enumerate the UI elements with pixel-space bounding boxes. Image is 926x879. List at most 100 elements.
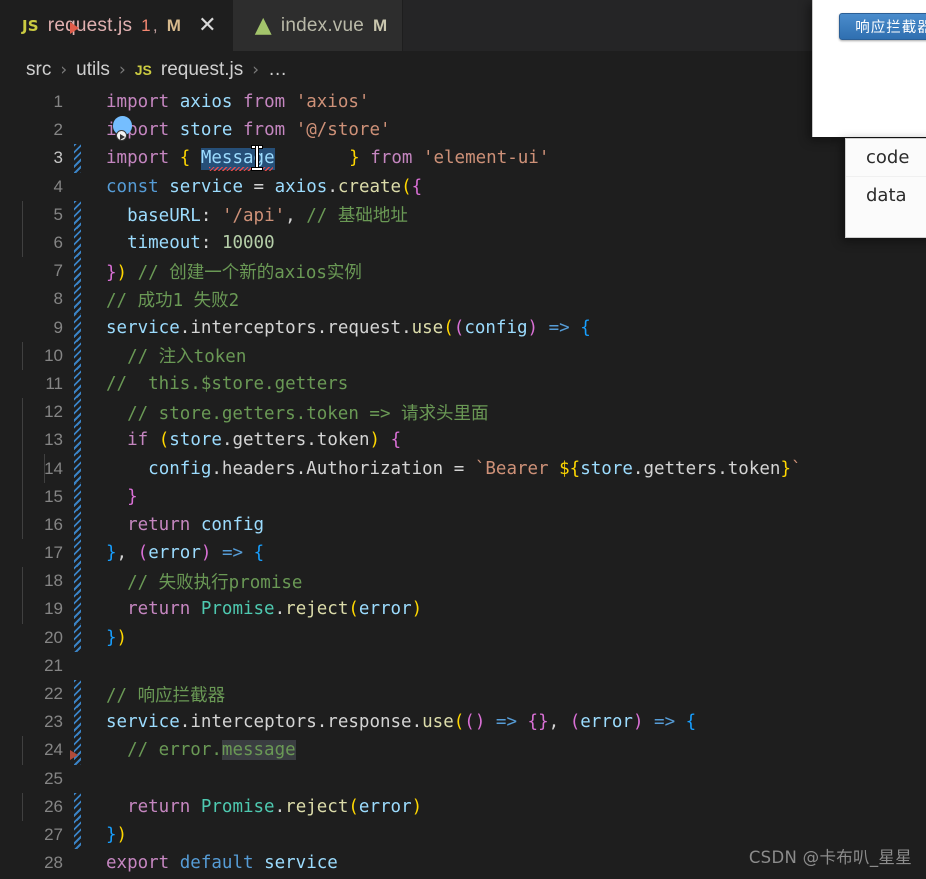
- code-line[interactable]: 14 config.headers.Authorization = `Beare…: [0, 454, 926, 483]
- code-line[interactable]: 5 baseURL: '/api', // 基础地址: [0, 200, 926, 229]
- modified-gutter-indicator: [74, 426, 81, 455]
- code-line-content: // this.$store.getters: [106, 373, 349, 394]
- code-editor[interactable]: 1 import axios from 'axios' 2 import sto…: [0, 88, 926, 879]
- code-line[interactable]: 24 // error.message: [0, 736, 926, 765]
- code-line[interactable]: 9 service.interceptors.request.use((conf…: [0, 313, 926, 342]
- code-line[interactable]: 11 // this.$store.getters: [0, 369, 926, 399]
- code-line-content: // 失败执行promise: [22, 567, 926, 596]
- modified-gutter-indicator: [74, 708, 81, 737]
- modified-gutter-indicator: [74, 539, 81, 568]
- line-number: 27: [44, 824, 63, 844]
- response-interceptor-button[interactable]: 响应拦截器: [839, 13, 926, 40]
- breadcrumb-item-utils[interactable]: utils: [76, 59, 110, 81]
- modified-gutter-indicator: [74, 144, 81, 173]
- line-number: 13: [44, 430, 63, 450]
- code-line[interactable]: 3 import { Message } from 'element-ui': [0, 144, 926, 173]
- tab-error-count: 1: [141, 15, 151, 35]
- code-line-content: }): [106, 627, 128, 648]
- line-number: 15: [44, 486, 63, 506]
- word-occurrence-highlight: message: [221, 740, 296, 761]
- modified-gutter-indicator: [74, 679, 81, 709]
- modified-gutter-indicator: [74, 792, 81, 821]
- lightbulb-icon[interactable]: [111, 115, 137, 143]
- code-line[interactable]: 26 return Promise.reject(error): [0, 792, 926, 821]
- line-number: 14: [44, 458, 63, 478]
- code-line[interactable]: 2 import store from '@/store': [0, 116, 926, 144]
- line-number: 28: [44, 853, 63, 873]
- line-number: 19: [44, 599, 63, 619]
- modified-gutter-indicator: [74, 313, 81, 342]
- line-number: 9: [53, 317, 63, 337]
- breadcrumb-item-src[interactable]: src: [26, 59, 51, 81]
- breadcrumb-item-file[interactable]: request.js: [161, 59, 243, 81]
- code-line-content: // error.message: [22, 736, 926, 765]
- code-line[interactable]: 8 // 成功1 失败2: [0, 285, 926, 314]
- code-line-content: config.headers.Authorization = `Bearer $…: [22, 454, 926, 483]
- breadcrumb-item-ellipsis[interactable]: …: [268, 59, 287, 81]
- tab-request-js[interactable]: JS request.js 1 , M ✕: [0, 0, 233, 51]
- overlay-panel-secondary: code data: [845, 138, 926, 238]
- line-number: 26: [44, 796, 63, 816]
- code-line[interactable]: 12 // store.getters.token => 请求头里面: [0, 398, 926, 427]
- line-number: 6: [53, 233, 63, 253]
- modified-gutter-indicator: [74, 200, 81, 229]
- code-line-content: return Promise.reject(error): [22, 595, 926, 624]
- code-line[interactable]: 10 // 注入token: [0, 341, 926, 370]
- code-line[interactable]: 25: [0, 765, 926, 793]
- close-icon[interactable]: ✕: [198, 14, 217, 37]
- watermark: CSDN @卡布叭_星星: [748, 848, 912, 867]
- code-line-content: }, (error) => {: [106, 543, 265, 564]
- code-line[interactable]: 1 import axios from 'axios': [0, 88, 926, 116]
- code-line[interactable]: 18 // 失败执行promise: [0, 567, 926, 596]
- code-line-content: }) // 创建一个新的axios实例: [106, 262, 362, 283]
- line-number: 4: [53, 176, 63, 196]
- code-line-content: // 成功1 失败2: [106, 290, 240, 311]
- code-line-content: baseURL: '/api', // 基础地址: [22, 200, 926, 229]
- code-line[interactable]: 6 timeout: 10000: [0, 228, 926, 258]
- code-line-content: return config: [22, 510, 926, 539]
- vscode-window: JS request.js 1 , M ✕ ▲ index.vue M src …: [0, 0, 926, 879]
- line-number: 12: [44, 402, 63, 422]
- code-line[interactable]: 20 }): [0, 623, 926, 652]
- tab-dirty-indicator: M: [166, 15, 182, 35]
- modified-gutter-indicator: [74, 285, 81, 314]
- line-number: 17: [44, 543, 63, 563]
- overlay-row-data: data: [846, 176, 926, 213]
- line-number: 5: [53, 204, 63, 224]
- code-line[interactable]: 17 }, (error) => {: [0, 539, 926, 568]
- code-line[interactable]: 19 return Promise.reject(error): [0, 595, 926, 624]
- code-line[interactable]: 7 }) // 创建一个新的axios实例: [0, 257, 926, 286]
- code-line[interactable]: 22 // 响应拦截器: [0, 679, 926, 709]
- code-line[interactable]: 13 if (store.getters.token) {: [0, 426, 926, 455]
- overlay-panel-primary: 响应拦截器: [812, 0, 926, 137]
- code-line-content: import { Message } from 'element-ui': [72, 148, 926, 172]
- code-line-content: service.interceptors.request.use((config…: [106, 317, 591, 338]
- chevron-right-icon: ›: [60, 59, 68, 80]
- code-line-content: return Promise.reject(error): [22, 792, 926, 821]
- line-number: 18: [44, 571, 63, 591]
- line-number: 2: [53, 120, 63, 140]
- code-line-content: import axios from 'axios': [106, 92, 370, 113]
- code-line[interactable]: 21: [0, 652, 926, 680]
- chevron-right-icon: ›: [118, 59, 126, 80]
- chevron-right-icon: ›: [252, 59, 260, 80]
- code-line[interactable]: 16 return config: [0, 510, 926, 539]
- line-number: 16: [44, 514, 63, 534]
- code-line[interactable]: 15 }: [0, 482, 926, 511]
- breakpoint-arrow-icon[interactable]: [70, 22, 79, 34]
- line-number: 11: [45, 373, 63, 393]
- modified-gutter-indicator: [74, 341, 81, 370]
- line-number: 10: [44, 345, 63, 365]
- modified-gutter-indicator: [74, 482, 81, 511]
- code-line[interactable]: 4 const service = axios.create({: [0, 173, 926, 201]
- code-line-content: // 响应拦截器: [106, 685, 226, 706]
- js-file-icon: JS: [22, 16, 39, 35]
- lightbulb-base: [116, 130, 127, 141]
- tab-index-vue[interactable]: ▲ index.vue M: [232, 0, 404, 51]
- vue-file-icon: ▲: [254, 12, 272, 38]
- breakpoint-arrow-icon[interactable]: [70, 750, 78, 760]
- breadcrumb: src › utils › JS request.js › …: [0, 51, 926, 88]
- code-line[interactable]: 23 service.interceptors.response.use(() …: [0, 708, 926, 737]
- line-number: 7: [53, 261, 63, 281]
- modified-gutter-indicator: [74, 623, 81, 652]
